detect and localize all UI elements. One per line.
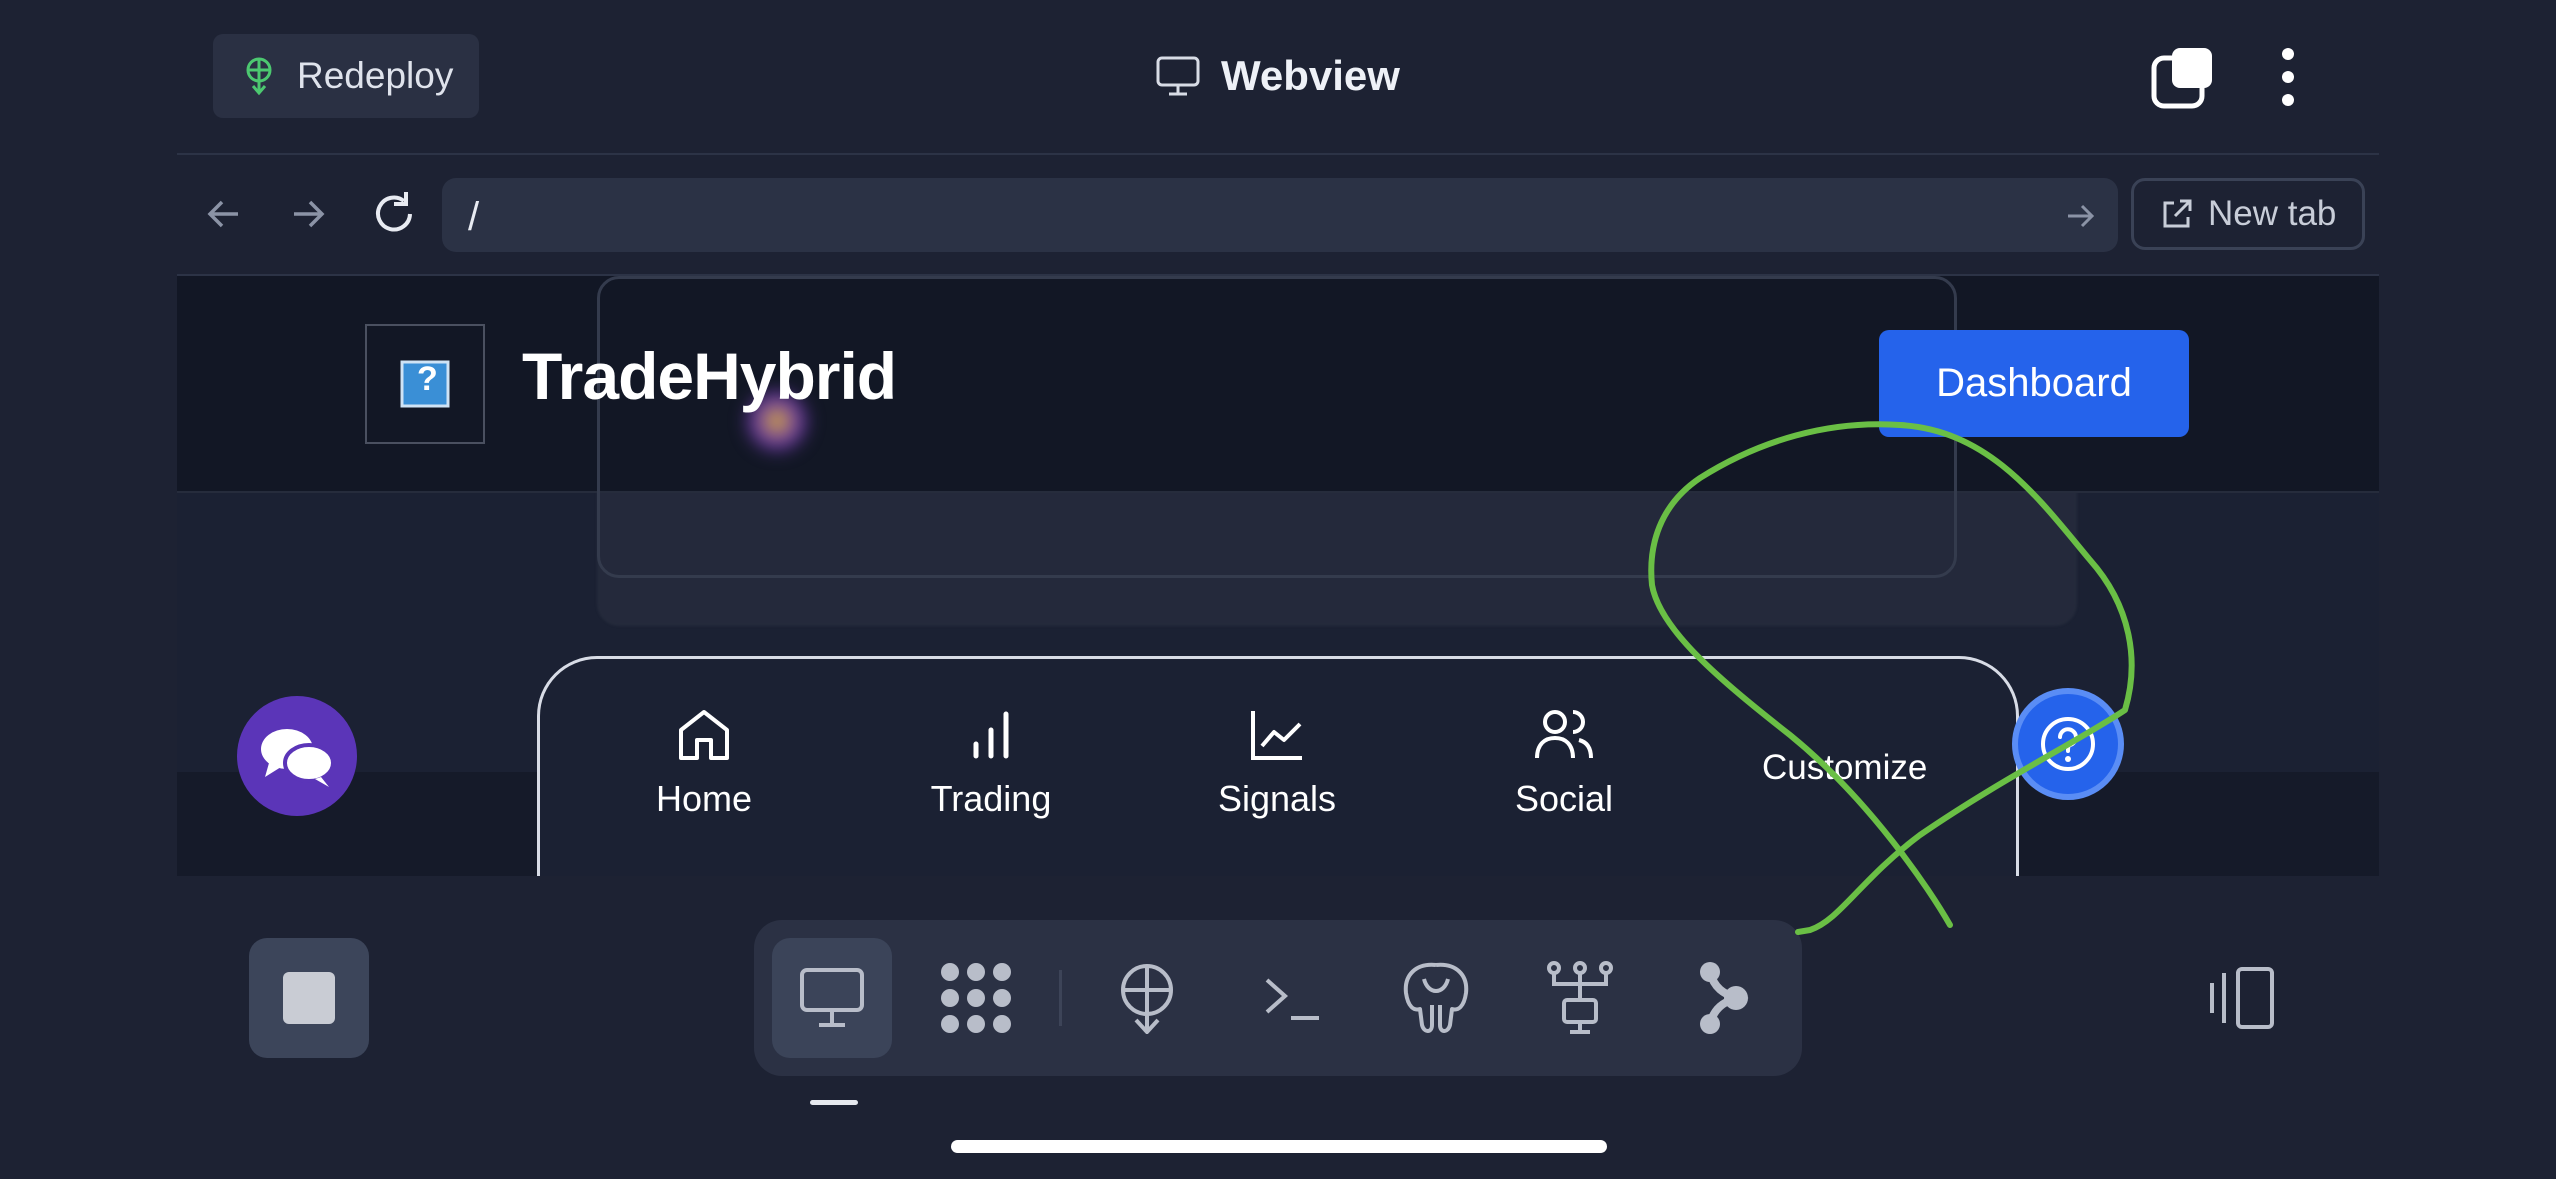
title-text: Webview bbox=[1221, 52, 1400, 99]
forward-button[interactable] bbox=[282, 188, 334, 240]
home-indicator bbox=[951, 1140, 1607, 1153]
stop-icon bbox=[283, 972, 335, 1024]
new-tab-label: New tab bbox=[2208, 194, 2337, 233]
webview-frame[interactable]: ? TradeHybrid Dashboard Home Trading Sig… bbox=[177, 276, 2379, 876]
line-chart-icon bbox=[1251, 711, 1302, 760]
home-icon bbox=[679, 710, 729, 760]
users-icon bbox=[1535, 710, 1593, 759]
active-tab-indicator bbox=[810, 1100, 858, 1105]
nav-home[interactable]: Home bbox=[614, 706, 794, 820]
dock-database[interactable] bbox=[1376, 938, 1496, 1058]
refresh-icon bbox=[376, 192, 412, 232]
reload-button[interactable] bbox=[368, 188, 420, 240]
redeploy-button[interactable]: Redeploy bbox=[213, 34, 479, 118]
monitor-icon bbox=[1156, 56, 1200, 96]
new-tab-button[interactable]: New tab bbox=[2131, 178, 2365, 250]
terminal-icon bbox=[1265, 978, 1319, 1020]
logo-glyph: ? bbox=[417, 360, 438, 398]
url-bar[interactable]: / bbox=[442, 178, 2118, 252]
nav-home-label: Home bbox=[655, 778, 753, 819]
back-button[interactable] bbox=[198, 188, 250, 240]
dock-separator bbox=[1059, 970, 1062, 1026]
postgres-icon bbox=[1403, 962, 1469, 1033]
external-link-icon bbox=[2163, 199, 2192, 228]
redeploy-label: Redeploy bbox=[297, 55, 454, 96]
monitor-icon bbox=[800, 968, 864, 1027]
nav-customize[interactable]: Customize bbox=[1762, 748, 1927, 788]
go-arrow-icon[interactable] bbox=[2064, 200, 2096, 232]
page-title: Webview bbox=[1155, 48, 1400, 104]
sidebar-toggle-icon bbox=[2210, 967, 2274, 1029]
nav-trading-label: Trading bbox=[930, 778, 1052, 819]
windows-button[interactable] bbox=[2150, 44, 2216, 115]
more-menu-button[interactable] bbox=[2276, 46, 2300, 113]
tool-dock bbox=[754, 920, 1802, 1076]
layout-toggle-button[interactable] bbox=[2208, 965, 2278, 1036]
network-icon bbox=[1547, 961, 1613, 1034]
nav-signals[interactable]: Signals bbox=[1187, 706, 1367, 820]
deploy-icon bbox=[1121, 964, 1173, 1034]
dock-workspace[interactable] bbox=[916, 938, 1036, 1058]
redeploy-icon bbox=[246, 57, 272, 96]
dock-connector[interactable] bbox=[1664, 938, 1784, 1058]
arrow-right-icon bbox=[294, 200, 325, 228]
dock-terminal[interactable] bbox=[1232, 938, 1352, 1058]
dock-network[interactable] bbox=[1520, 938, 1640, 1058]
more-vertical-icon bbox=[2282, 48, 2294, 106]
site-logo[interactable]: ? bbox=[365, 324, 485, 444]
stop-button[interactable] bbox=[249, 938, 369, 1058]
bar-chart-icon bbox=[973, 711, 1009, 759]
help-circle-icon bbox=[2041, 717, 2095, 771]
nav-social-label: Social bbox=[1514, 778, 1614, 819]
chat-bubbles-icon bbox=[261, 729, 335, 787]
dock-webview[interactable] bbox=[772, 938, 892, 1058]
arrow-left-icon bbox=[207, 200, 238, 228]
url-input[interactable]: / bbox=[468, 195, 479, 240]
top-divider bbox=[177, 153, 2379, 155]
connector-icon bbox=[1700, 962, 1749, 1034]
nav-trading[interactable]: Trading bbox=[901, 706, 1081, 820]
nav-signals-label: Signals bbox=[1217, 778, 1337, 819]
chat-button[interactable] bbox=[237, 696, 357, 816]
nav-social[interactable]: Social bbox=[1474, 706, 1654, 820]
dots-grid-icon bbox=[941, 963, 1011, 1033]
dashboard-button[interactable]: Dashboard bbox=[1879, 330, 2189, 437]
help-button[interactable] bbox=[2012, 688, 2124, 800]
windows-icon bbox=[2151, 48, 2212, 109]
dock-deploy[interactable] bbox=[1087, 938, 1207, 1058]
brand-name[interactable]: TradeHybrid bbox=[522, 338, 897, 414]
